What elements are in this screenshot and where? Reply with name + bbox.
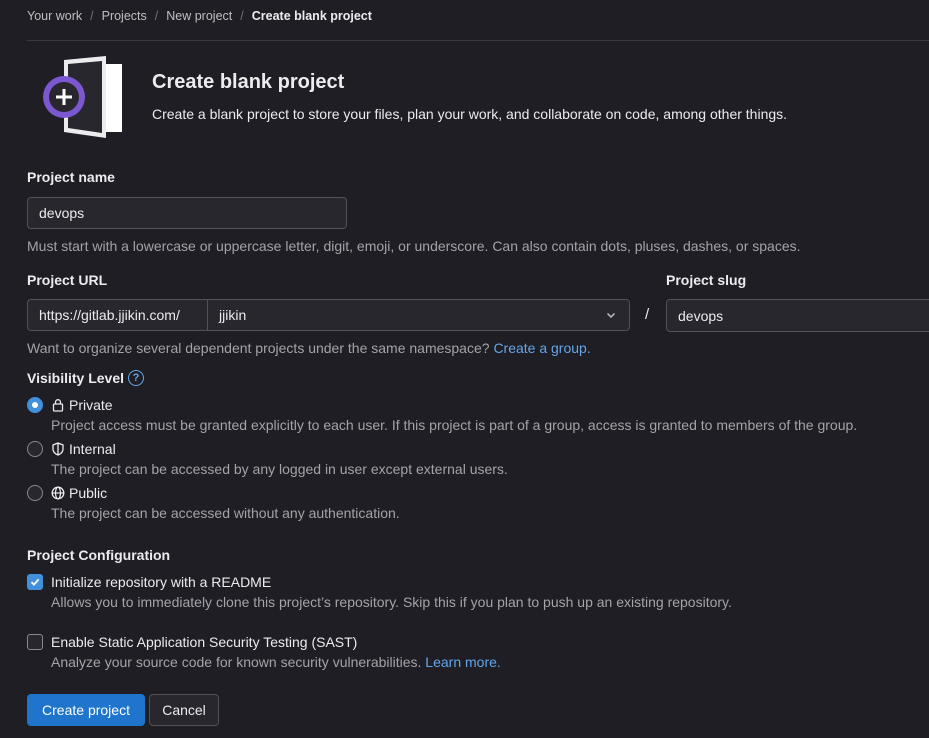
breadcrumb-your-work[interactable]: Your work (27, 9, 82, 23)
breadcrumb-current[interactable]: Create blank project (252, 9, 372, 23)
public-radio[interactable] (27, 485, 43, 501)
lock-icon (52, 399, 64, 412)
blank-project-illustration (43, 56, 122, 138)
breadcrumb-projects[interactable]: Projects (102, 9, 147, 23)
sast-description-text: Analyze your source code for known secur… (51, 654, 422, 670)
url-separator: / (645, 306, 650, 323)
namespace-value: jjikin (219, 307, 247, 323)
private-description: Project access must be granted explicitl… (51, 417, 858, 433)
breadcrumb-separator: / (90, 9, 94, 23)
page-subtitle: Create a blank project to store your fil… (152, 106, 788, 122)
visibility-option-private[interactable]: Private (27, 397, 113, 413)
project-url-label: Project URL (27, 272, 108, 288)
create-group-link[interactable]: Create a group. (493, 340, 590, 356)
visibility-label-text: Visibility Level (27, 370, 125, 386)
globe-icon (51, 486, 65, 500)
check-icon (30, 578, 40, 586)
private-radio[interactable] (27, 397, 43, 413)
public-label: Public (69, 485, 108, 501)
private-label: Private (69, 397, 113, 413)
project-name-help: Must start with a lowercase or uppercase… (27, 238, 801, 254)
visibility-option-public[interactable]: Public (27, 485, 107, 501)
project-url-help: Want to organize several dependent proje… (27, 340, 591, 356)
breadcrumb: Your work / Projects / New project / Cre… (27, 9, 372, 23)
internal-radio[interactable] (27, 441, 43, 457)
project-url-group: https://gitlab.jjikin.com/ jjikin (27, 299, 630, 331)
project-name-input[interactable]: devops (27, 197, 347, 229)
visibility-label: Visibility Level ? (27, 370, 145, 386)
sast-description: Analyze your source code for known secur… (51, 654, 501, 670)
visibility-option-internal[interactable]: Internal (27, 441, 116, 457)
shield-icon (52, 442, 64, 456)
breadcrumb-separator: / (154, 9, 159, 23)
readme-option[interactable]: Initialize repository with a README (27, 574, 271, 590)
readme-checkbox[interactable] (27, 574, 43, 590)
project-slug-label: Project slug (666, 272, 747, 288)
namespace-select[interactable]: jjikin (207, 299, 630, 331)
page-title: Create blank project (152, 71, 345, 93)
project-url-prefix: https://gitlab.jjikin.com/ (27, 299, 207, 331)
question-circle-icon[interactable]: ? (128, 370, 145, 386)
internal-description: The project can be accessed by any logge… (51, 461, 508, 477)
public-description: The project can be accessed without any … (51, 505, 400, 521)
breadcrumb-separator: / (240, 9, 244, 23)
internal-label: Internal (69, 441, 116, 457)
project-url-help-text: Want to organize several dependent proje… (27, 340, 490, 356)
create-project-button[interactable]: Create project (27, 694, 145, 726)
breadcrumb-new-project[interactable]: New project (166, 9, 232, 23)
sast-label: Enable Static Application Security Testi… (51, 634, 358, 650)
project-slug-input[interactable]: devops (666, 299, 929, 332)
project-configuration-label: Project Configuration (27, 547, 171, 563)
cancel-button[interactable]: Cancel (149, 694, 219, 726)
chevron-down-icon (606, 312, 616, 319)
readme-label: Initialize repository with a README (51, 574, 272, 590)
sast-option[interactable]: Enable Static Application Security Testi… (27, 634, 357, 650)
learn-more-link[interactable]: Learn more. (425, 654, 500, 670)
header-divider (27, 40, 929, 41)
project-name-label: Project name (27, 169, 115, 185)
new-project-page: Your work / Projects / New project / Cre… (0, 0, 929, 738)
readme-description: Allows you to immediately clone this pro… (51, 594, 732, 610)
sast-checkbox[interactable] (27, 634, 43, 650)
